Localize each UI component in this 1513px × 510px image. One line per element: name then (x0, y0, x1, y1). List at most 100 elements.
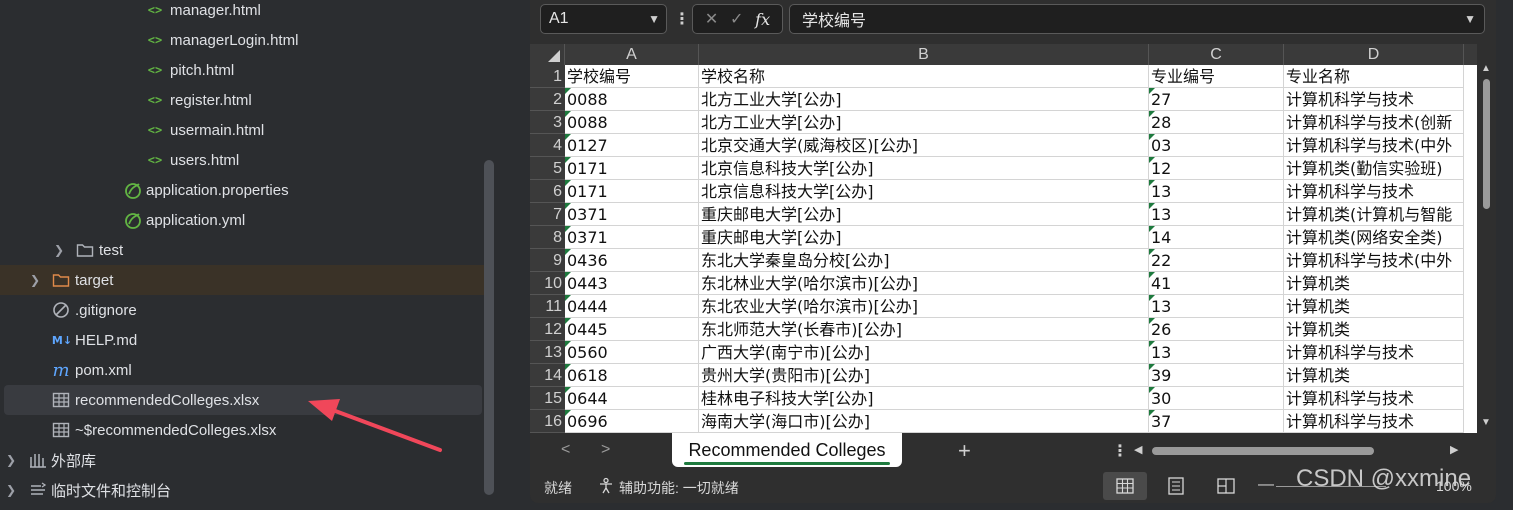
name-box[interactable]: A1 ▼ (540, 4, 667, 34)
cell-B[interactable]: 重庆邮电大学[公办] (699, 226, 1149, 249)
tree-item-managerlogin-html[interactable]: <> managerLogin.html (0, 25, 490, 55)
cell-A[interactable]: 0436 (565, 249, 699, 272)
row-header[interactable]: 14 (530, 364, 565, 387)
cell-A[interactable]: 0696 (565, 410, 699, 433)
tree-item-gitignore[interactable]: .gitignore (0, 295, 490, 325)
row-header[interactable]: 16 (530, 410, 565, 433)
cell-D[interactable]: 计算机科学与技术 (1284, 387, 1464, 410)
row-header[interactable]: 13 (530, 341, 565, 364)
cell-D[interactable]: 计算机科学与技术(创新 (1284, 111, 1464, 134)
cell-D[interactable]: 计算机类 (1284, 318, 1464, 341)
cell-B[interactable]: 海南大学(海口市)[公办] (699, 410, 1149, 433)
row-header[interactable]: 5 (530, 157, 565, 180)
cell-A[interactable]: 0444 (565, 295, 699, 318)
cell-D[interactable]: 计算机类 (1284, 364, 1464, 387)
tree-item-scratches-consoles[interactable]: ❯ 临时文件和控制台 (0, 475, 490, 505)
cell-D[interactable]: 计算机类 (1284, 272, 1464, 295)
cell-C[interactable]: 12 (1149, 157, 1284, 180)
tree-item-test-folder[interactable]: ❯ test (0, 235, 490, 265)
tree-scrollbar[interactable] (484, 160, 494, 495)
cell-C[interactable]: 14 (1149, 226, 1284, 249)
cell-B[interactable]: 北方工业大学[公办] (699, 88, 1149, 111)
cell-A[interactable]: 学校编号 (565, 65, 699, 88)
more-options-icon[interactable]: ⋮ (1112, 441, 1128, 461)
row-header[interactable]: 2 (530, 88, 565, 111)
row-header[interactable]: 11 (530, 295, 565, 318)
cell-D[interactable]: 计算机类(勤信实验班) (1284, 157, 1464, 180)
cell-B[interactable]: 重庆邮电大学[公办] (699, 203, 1149, 226)
scroll-down-icon[interactable]: ▼ (1481, 417, 1491, 428)
page-layout-view-button[interactable] (1154, 472, 1198, 500)
cell-C[interactable]: 专业编号 (1149, 65, 1284, 88)
row-header[interactable]: 7 (530, 203, 565, 226)
chevron-down-icon[interactable]: ▼ (648, 12, 660, 26)
cell-D[interactable]: 计算机科学与技术 (1284, 88, 1464, 111)
cell-A[interactable]: 0127 (565, 134, 699, 157)
cell-B[interactable]: 东北大学秦皇岛分校[公办] (699, 249, 1149, 272)
cell-A[interactable]: 0618 (565, 364, 699, 387)
tree-item-help-md[interactable]: M↓ HELP.md (0, 325, 490, 355)
cell-B[interactable]: 贵州大学(贵阳市)[公办] (699, 364, 1149, 387)
row-header[interactable]: 15 (530, 387, 565, 410)
row-header[interactable]: 1 (530, 65, 565, 88)
add-sheet-button[interactable]: + (958, 438, 971, 464)
row-header[interactable]: 9 (530, 249, 565, 272)
cell-D[interactable]: 计算机科学与技术(中外 (1284, 249, 1464, 272)
chevron-down-icon[interactable]: ▼ (1464, 12, 1476, 26)
row-header[interactable]: 4 (530, 134, 565, 157)
horizontal-scrollbar[interactable]: ◀ ▶ (1134, 443, 1462, 459)
select-all-corner[interactable] (530, 44, 565, 65)
cell-A[interactable]: 0088 (565, 111, 699, 134)
cell-A[interactable]: 0088 (565, 88, 699, 111)
cell-C[interactable]: 13 (1149, 180, 1284, 203)
cell-D[interactable]: 计算机类(计算机与智能 (1284, 203, 1464, 226)
cell-D[interactable]: 计算机科学与技术 (1284, 180, 1464, 203)
prev-sheet-icon[interactable]: < (561, 441, 570, 459)
chevron-right-icon[interactable]: ❯ (4, 453, 18, 467)
cell-A[interactable]: 0171 (565, 180, 699, 203)
tree-item-pitch-html[interactable]: <> pitch.html (0, 55, 490, 85)
chevron-right-icon[interactable]: ❯ (52, 243, 66, 257)
cell-B[interactable]: 东北农业大学(哈尔滨市)[公办] (699, 295, 1149, 318)
cell-B[interactable]: 北京交通大学(威海校区)[公办] (699, 134, 1149, 157)
formula-input[interactable]: 学校编号 ▼ (789, 4, 1485, 34)
page-break-view-button[interactable] (1204, 472, 1248, 500)
scroll-thumb[interactable] (1152, 447, 1374, 455)
tree-item-target-folder[interactable]: ❯ target (0, 265, 490, 295)
cell-B[interactable]: 北方工业大学[公办] (699, 111, 1149, 134)
cell-C[interactable]: 27 (1149, 88, 1284, 111)
cell-D[interactable]: 计算机科学与技术 (1284, 410, 1464, 433)
cell-B[interactable]: 桂林电子科技大学[公办] (699, 387, 1149, 410)
cell-C[interactable]: 28 (1149, 111, 1284, 134)
zoom-out-button[interactable]: — (1258, 476, 1274, 494)
cell-D[interactable]: 专业名称 (1284, 65, 1464, 88)
next-sheet-icon[interactable]: > (601, 441, 610, 459)
row-header[interactable]: 12 (530, 318, 565, 341)
cancel-icon[interactable]: ✕ (705, 9, 718, 29)
tree-item-pom-xml[interactable]: m pom.xml (0, 355, 490, 385)
cell-B[interactable]: 广西大学(南宁市)[公办] (699, 341, 1149, 364)
column-header-a[interactable]: A (565, 44, 699, 65)
tree-item-users-html[interactable]: <> users.html (0, 145, 490, 175)
cell-C[interactable]: 30 (1149, 387, 1284, 410)
cell-D[interactable]: 计算机类(网络安全类) (1284, 226, 1464, 249)
spreadsheet-grid[interactable]: A B C D 1 学校编号 学校名称 专业编号 专业名称 2 0088 北方工业大学[公办]… (530, 44, 1477, 433)
scroll-up-icon[interactable]: ▲ (1481, 63, 1491, 74)
column-header-b[interactable]: B (699, 44, 1149, 65)
chevron-right-icon[interactable]: ❯ (4, 483, 18, 497)
chevron-right-icon[interactable]: ❯ (28, 273, 42, 287)
accessibility-icon[interactable] (598, 477, 616, 498)
tree-item-application-yml[interactable]: application.yml (0, 205, 490, 235)
cell-A[interactable]: 0171 (565, 157, 699, 180)
cell-D[interactable]: 计算机科学与技术(中外 (1284, 134, 1464, 157)
cell-A[interactable]: 0560 (565, 341, 699, 364)
tree-item-register-html[interactable]: <> register.html (0, 85, 490, 115)
sheet-tab-recommended-colleges[interactable]: Recommended Colleges (672, 433, 902, 467)
normal-view-button[interactable] (1103, 472, 1147, 500)
cell-B[interactable]: 东北师范大学(长春市)[公办] (699, 318, 1149, 341)
cell-B[interactable]: 北京信息科技大学[公办] (699, 157, 1149, 180)
cell-A[interactable]: 0371 (565, 203, 699, 226)
row-header[interactable]: 6 (530, 180, 565, 203)
row-header[interactable]: 3 (530, 111, 565, 134)
tree-item-usermain-html[interactable]: <> usermain.html (0, 115, 490, 145)
